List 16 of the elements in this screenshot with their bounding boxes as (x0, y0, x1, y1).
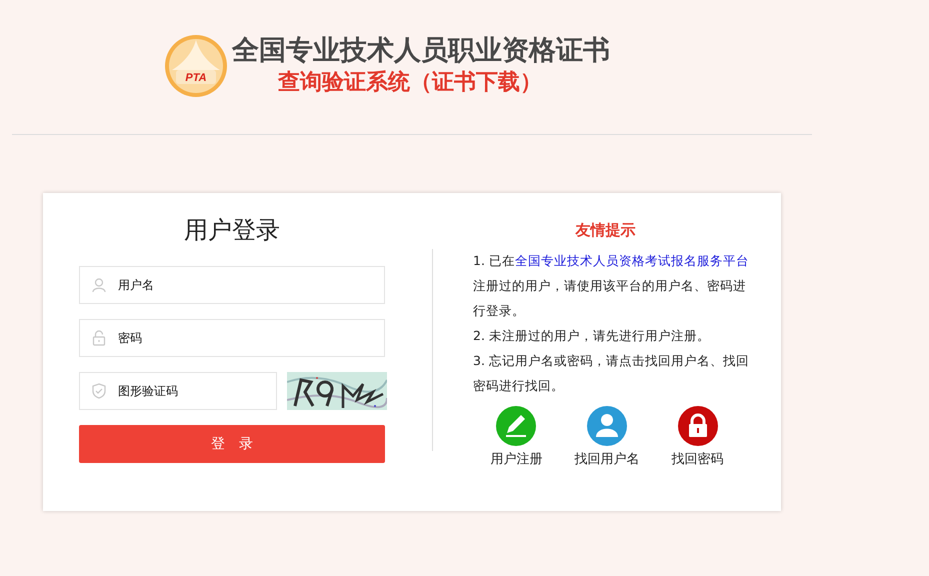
tip-text: 2. 未注册过的用户，请先进行用户注册。 (473, 327, 711, 345)
shortcut-link[interactable]: 找回密码 (662, 406, 734, 468)
shortcut-link[interactable]: 找回用户名 (572, 406, 642, 468)
platform-link[interactable]: 全国专业技术人员资格考试报名服务平台 (514, 253, 749, 268)
input-field[interactable]: 密码 (79, 319, 385, 357)
input-field[interactable]: 用户名 (79, 266, 385, 304)
tip-text: 3. 忘记用户名或密码，请点击找回用户名、找回密码进行找回。 (473, 352, 750, 395)
input-field[interactable]: 图形验证码 (79, 372, 277, 410)
login-title: 用户登录 (183, 215, 281, 245)
login-button[interactable]: 登 录 (79, 425, 385, 463)
tip-text: 1. 已在全国专业技术人员资格考试报名服务平台 注册过的用户，请使用该平台的用户名、密码进行登录。 (473, 252, 750, 320)
site-subtitle: 查询验证系统（证书下载） (276, 69, 543, 97)
shortcut-link[interactable]: 用户注册 (481, 406, 552, 468)
logo-icon: PTA (164, 34, 228, 98)
site-title: 全国专业技术人员职业资格证书 (232, 34, 610, 68)
tips-title: 友情提示 (574, 221, 636, 240)
